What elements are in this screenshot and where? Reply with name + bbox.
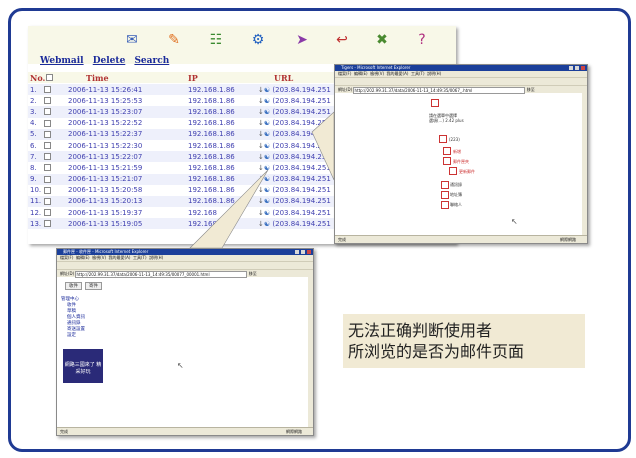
- caption-line-2: 所浏览的是否为邮件页面: [348, 342, 525, 361]
- caption-note: 无法正确判断使用者 所浏览的是否为邮件页面: [343, 314, 585, 368]
- callout-left: [189, 169, 269, 249]
- callout-right: [311, 111, 335, 181]
- caption-line-1: 无法正确判断使用者: [348, 321, 493, 340]
- callout-lines: [189, 111, 335, 249]
